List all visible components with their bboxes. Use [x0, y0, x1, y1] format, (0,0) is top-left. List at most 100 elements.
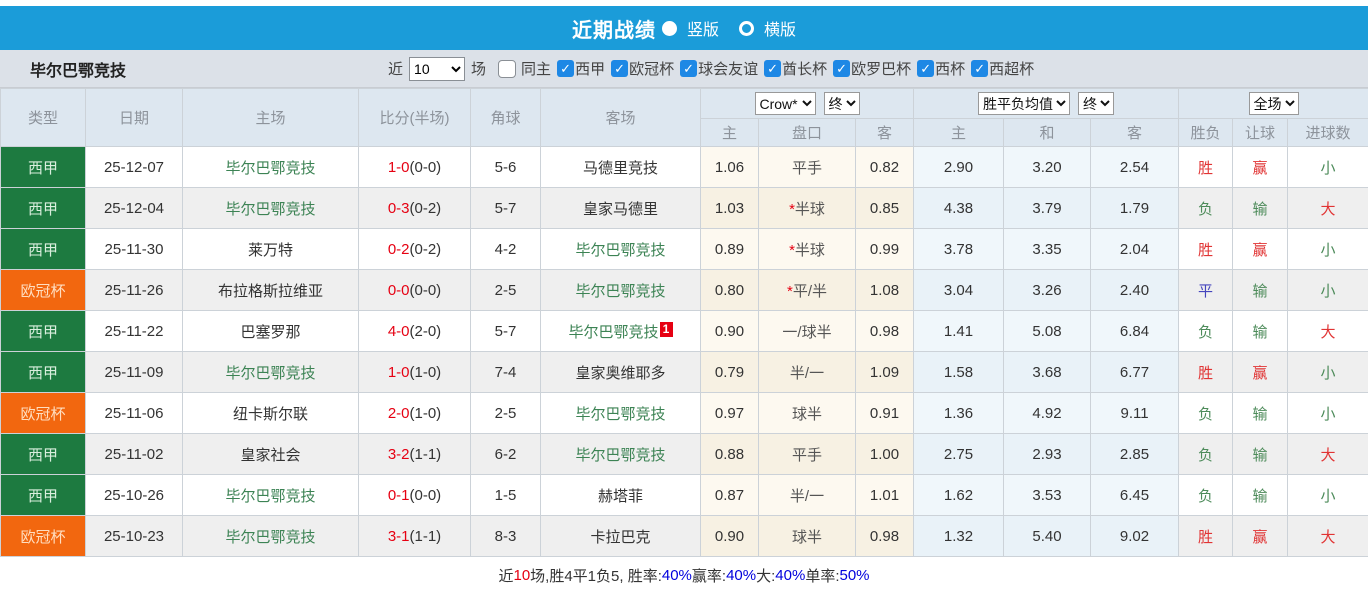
away-team-name: 毕尔巴鄂竞技	[575, 283, 665, 300]
table-row: 西甲25-11-09毕尔巴鄂竞技1-0(1-0)7-4皇家奥维耶多0.79半/一…	[1, 352, 1368, 393]
horizontal-layout-label[interactable]: 横版	[764, 16, 796, 40]
checkbox-checked-icon[interactable]: ✓	[833, 60, 850, 77]
eu-home-odds: 1.62	[914, 475, 1004, 516]
match-date: 25-12-04	[86, 188, 183, 229]
eu-draw-odds: 5.08	[1004, 311, 1091, 352]
goals-result: 小	[1288, 475, 1368, 516]
halftime-score: (0-0)	[410, 487, 442, 504]
results-tbody: 西甲25-12-07毕尔巴鄂竞技1-0(0-0)5-6马德里竞技1.06平手0.…	[1, 147, 1368, 557]
league-filter[interactable]: ✓酋长杯	[758, 58, 827, 79]
eu-home-odds: 1.41	[914, 311, 1004, 352]
handicap-result: 输	[1233, 393, 1288, 434]
home-team-cell: 布拉格斯拉维亚	[183, 270, 359, 311]
checkbox-checked-icon[interactable]: ✓	[611, 60, 628, 77]
table-row: 欧冠杯25-11-26布拉格斯拉维亚0-0(0-0)2-5毕尔巴鄂竞技0.80*…	[1, 270, 1368, 311]
away-team-name: 毕尔巴鄂竞技	[575, 447, 665, 464]
handicap-cell: *半球	[759, 188, 856, 229]
ah-home-odds: 0.88	[701, 434, 759, 475]
corner-count: 2-5	[471, 270, 541, 311]
checkbox-checked-icon[interactable]: ✓	[680, 60, 697, 77]
league-badge: 西甲	[1, 311, 86, 352]
vertical-layout-label[interactable]: 竖版	[687, 16, 719, 40]
handicap-text: 球半	[792, 529, 822, 546]
euro-source-select[interactable]: 胜平负均值	[978, 92, 1070, 115]
eu-draw-odds: 2.93	[1004, 434, 1091, 475]
halftime-score: (2-0)	[410, 323, 442, 340]
handicap-cell: 平手	[759, 147, 856, 188]
table-row: 西甲25-11-22巴塞罗那4-0(2-0)5-7毕尔巴鄂竞技10.90一/球半…	[1, 311, 1368, 352]
handicap-result: 赢	[1233, 229, 1288, 270]
recent-label: 近	[388, 58, 403, 79]
eu-draw-odds: 5.40	[1004, 516, 1091, 557]
footer-stat-segment: 场,胜4平1负5, 胜率:	[530, 565, 662, 586]
home-team-cell: 毕尔巴鄂竞技	[183, 352, 359, 393]
corner-count: 5-7	[471, 188, 541, 229]
league-filter-label: 欧冠杯	[629, 58, 674, 79]
checkbox-checked-icon[interactable]: ✓	[971, 60, 988, 77]
horizontal-layout-radio[interactable]	[739, 21, 754, 36]
away-team-cell: 毕尔巴鄂竞技	[541, 270, 701, 311]
halftime-score: (1-0)	[410, 405, 442, 422]
eu-home-odds: 4.38	[914, 188, 1004, 229]
fulltime-score: 2-0	[388, 405, 410, 422]
same-home-checkbox[interactable]	[498, 60, 516, 78]
euro-time-select[interactable]: 终	[1078, 92, 1114, 115]
league-filter[interactable]: ✓欧冠杯	[605, 58, 674, 79]
home-team-name: 布拉格斯拉维亚	[218, 283, 323, 300]
vertical-layout-radio[interactable]	[662, 21, 677, 36]
same-home-label[interactable]: 同主	[521, 58, 551, 79]
halftime-score: (0-0)	[410, 159, 442, 176]
footer-stat-segment: 40%	[662, 567, 692, 584]
table-row: 西甲25-12-04毕尔巴鄂竞技0-3(0-2)5-7皇家马德里1.03*半球0…	[1, 188, 1368, 229]
goals-result: 大	[1288, 311, 1368, 352]
away-team-name: 毕尔巴鄂竞技	[575, 242, 665, 259]
handicap-text: 半球	[795, 242, 825, 259]
ah-home-odds: 0.90	[701, 311, 759, 352]
halftime-score: (0-2)	[410, 241, 442, 258]
league-filter[interactable]: ✓球会友谊	[674, 58, 758, 79]
handicap-text: 一/球半	[782, 324, 831, 341]
team-name: 毕尔巴鄂竞技	[30, 57, 126, 81]
league-badge: 西甲	[1, 147, 86, 188]
ah-home-odds: 1.03	[701, 188, 759, 229]
eu-away-odds: 2.85	[1091, 434, 1179, 475]
checkbox-checked-icon[interactable]: ✓	[557, 60, 574, 77]
eu-draw-odds: 3.79	[1004, 188, 1091, 229]
euro-odds-header: 胜平负均值终	[914, 89, 1179, 119]
matches-label: 场	[471, 58, 486, 79]
score-cell: 3-2(1-1)	[359, 434, 471, 475]
handicap-text: 半球	[795, 201, 825, 218]
asian-time-select[interactable]: 终	[824, 92, 860, 115]
results-table: 类型 日期 主场 比分(半场) 角球 客场 Crow*终 胜平负均值终 全场 主…	[0, 88, 1368, 557]
score-cell: 0-3(0-2)	[359, 188, 471, 229]
league-filter-label: 西甲	[575, 58, 605, 79]
recent-count-select[interactable]: 10	[409, 57, 465, 81]
handicap-text: 平手	[792, 447, 822, 464]
page-title: 近期战绩	[572, 14, 656, 43]
league-filter[interactable]: ✓西杯	[911, 58, 965, 79]
eu-away-odds: 6.84	[1091, 311, 1179, 352]
eu-draw-odds: 3.53	[1004, 475, 1091, 516]
handicap-text: 平/半	[793, 283, 827, 300]
checkbox-checked-icon[interactable]: ✓	[764, 60, 781, 77]
away-team-cell: 皇家马德里	[541, 188, 701, 229]
league-filter[interactable]: ✓西甲	[551, 58, 605, 79]
handicap-text: 半/一	[790, 488, 824, 505]
home-team-cell: 纽卡斯尔联	[183, 393, 359, 434]
eu-draw-odds: 3.68	[1004, 352, 1091, 393]
home-team-cell: 毕尔巴鄂竞技	[183, 147, 359, 188]
eu-away-odds: 2.54	[1091, 147, 1179, 188]
checkbox-checked-icon[interactable]: ✓	[917, 60, 934, 77]
asian-source-select[interactable]: Crow*	[755, 92, 816, 115]
league-filter-label: 球会友谊	[698, 58, 758, 79]
league-filter[interactable]: ✓欧罗巴杯	[827, 58, 911, 79]
ah-home-odds: 0.90	[701, 516, 759, 557]
eu-draw-odds: 3.20	[1004, 147, 1091, 188]
league-filter[interactable]: ✓西超杯	[965, 58, 1034, 79]
scope-select[interactable]: 全场	[1249, 92, 1299, 115]
match-result: 胜	[1179, 229, 1233, 270]
fulltime-score: 3-1	[388, 528, 410, 545]
league-badge: 西甲	[1, 434, 86, 475]
handicap-cell: *半球	[759, 229, 856, 270]
ah-away-odds: 0.91	[856, 393, 914, 434]
